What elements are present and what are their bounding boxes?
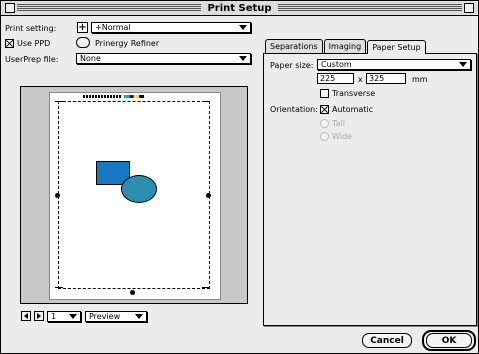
prinergy-refiner-button[interactable]: [76, 37, 90, 48]
crop-mark: [55, 287, 63, 288]
unit-label: mm: [412, 75, 428, 84]
crop-mark: [55, 101, 63, 102]
blue-ellipse: [121, 175, 157, 203]
paper-size-label: Paper size:: [270, 61, 314, 70]
print-setup-window: Print Setup Print setting: + +Normal Use…: [0, 0, 479, 354]
userprep-value: None: [80, 54, 101, 63]
tall-radio[interactable]: Tall: [320, 119, 345, 128]
orientation-label: Orientation:: [270, 105, 318, 114]
color-bar: [124, 95, 144, 98]
registration-mark: [130, 290, 135, 295]
radio-icon: [320, 132, 329, 141]
zoom-box[interactable]: [464, 3, 474, 13]
paper-height-field[interactable]: 325: [366, 73, 406, 84]
window-title: Print Setup: [201, 2, 278, 14]
arrow-right-icon: [37, 313, 41, 319]
page-number-value: 1: [51, 312, 57, 321]
preview-mode-value: Preview: [89, 312, 121, 321]
use-ppd-label: Use PPD: [17, 39, 51, 48]
userprep-popup[interactable]: None: [76, 53, 251, 64]
chevron-down-icon: [459, 62, 467, 67]
chevron-down-icon: [239, 56, 247, 61]
page-preview[interactable]: [20, 86, 248, 304]
tab-paper-setup[interactable]: Paper Setup: [367, 40, 426, 54]
page-number-popup[interactable]: 1: [47, 311, 81, 322]
paper-setup-panel: Paper size: Custom 225 x 325 mm Transver…: [263, 53, 477, 326]
paper-size-value: Custom: [321, 60, 352, 69]
tall-label: Tall: [332, 119, 345, 128]
arrow-left-icon: [24, 313, 28, 319]
tab-imaging[interactable]: Imaging: [323, 39, 367, 53]
wide-radio[interactable]: Wide: [320, 132, 352, 141]
automatic-checkbox[interactable]: Automatic: [320, 105, 373, 114]
registration-mark: [55, 193, 60, 198]
dimension-separator: x: [358, 75, 363, 84]
chevron-down-icon: [135, 314, 143, 319]
print-setting-label: Print setting:: [5, 24, 57, 33]
registration-bar: [83, 95, 121, 98]
paper-size-popup[interactable]: Custom: [317, 59, 471, 70]
chevron-down-icon: [69, 314, 77, 319]
checkbox-checked-icon: [5, 39, 14, 48]
print-setting-popup[interactable]: +Normal: [91, 22, 251, 33]
prinergy-refiner-label: Prinergy Refiner: [95, 39, 160, 48]
tab-separations[interactable]: Separations: [265, 39, 323, 53]
checkbox-checked-icon: [320, 105, 329, 114]
plus-icon: +: [78, 22, 87, 33]
registration-mark: [206, 193, 211, 198]
chevron-down-icon: [239, 25, 247, 30]
print-setting-value: +Normal: [95, 23, 131, 32]
next-page-button[interactable]: [34, 311, 44, 321]
checkbox-icon: [320, 89, 329, 98]
transverse-label: Transverse: [332, 89, 376, 98]
cancel-button[interactable]: Cancel: [362, 333, 412, 348]
close-box[interactable]: [5, 3, 15, 13]
transverse-checkbox[interactable]: Transverse: [320, 89, 375, 98]
radio-icon: [320, 119, 329, 128]
paper-width-field[interactable]: 225: [317, 73, 354, 84]
wide-label: Wide: [332, 132, 352, 141]
registration-mark: [130, 95, 133, 98]
add-setting-button[interactable]: +: [77, 22, 88, 33]
preview-mode-popup[interactable]: Preview: [85, 311, 147, 322]
automatic-label: Automatic: [332, 105, 374, 114]
title-bar[interactable]: Print Setup: [1, 1, 478, 16]
previous-page-button[interactable]: [21, 311, 31, 321]
crop-mark: [202, 101, 210, 102]
tab-bar: Separations Imaging Paper Setup: [265, 39, 427, 54]
userprep-label: UserPrep file:: [5, 55, 59, 64]
crop-mark: [202, 287, 210, 288]
preview-sheet: [49, 92, 221, 300]
use-ppd-checkbox[interactable]: Use PPD: [5, 39, 50, 48]
ok-button[interactable]: OK: [426, 333, 472, 348]
